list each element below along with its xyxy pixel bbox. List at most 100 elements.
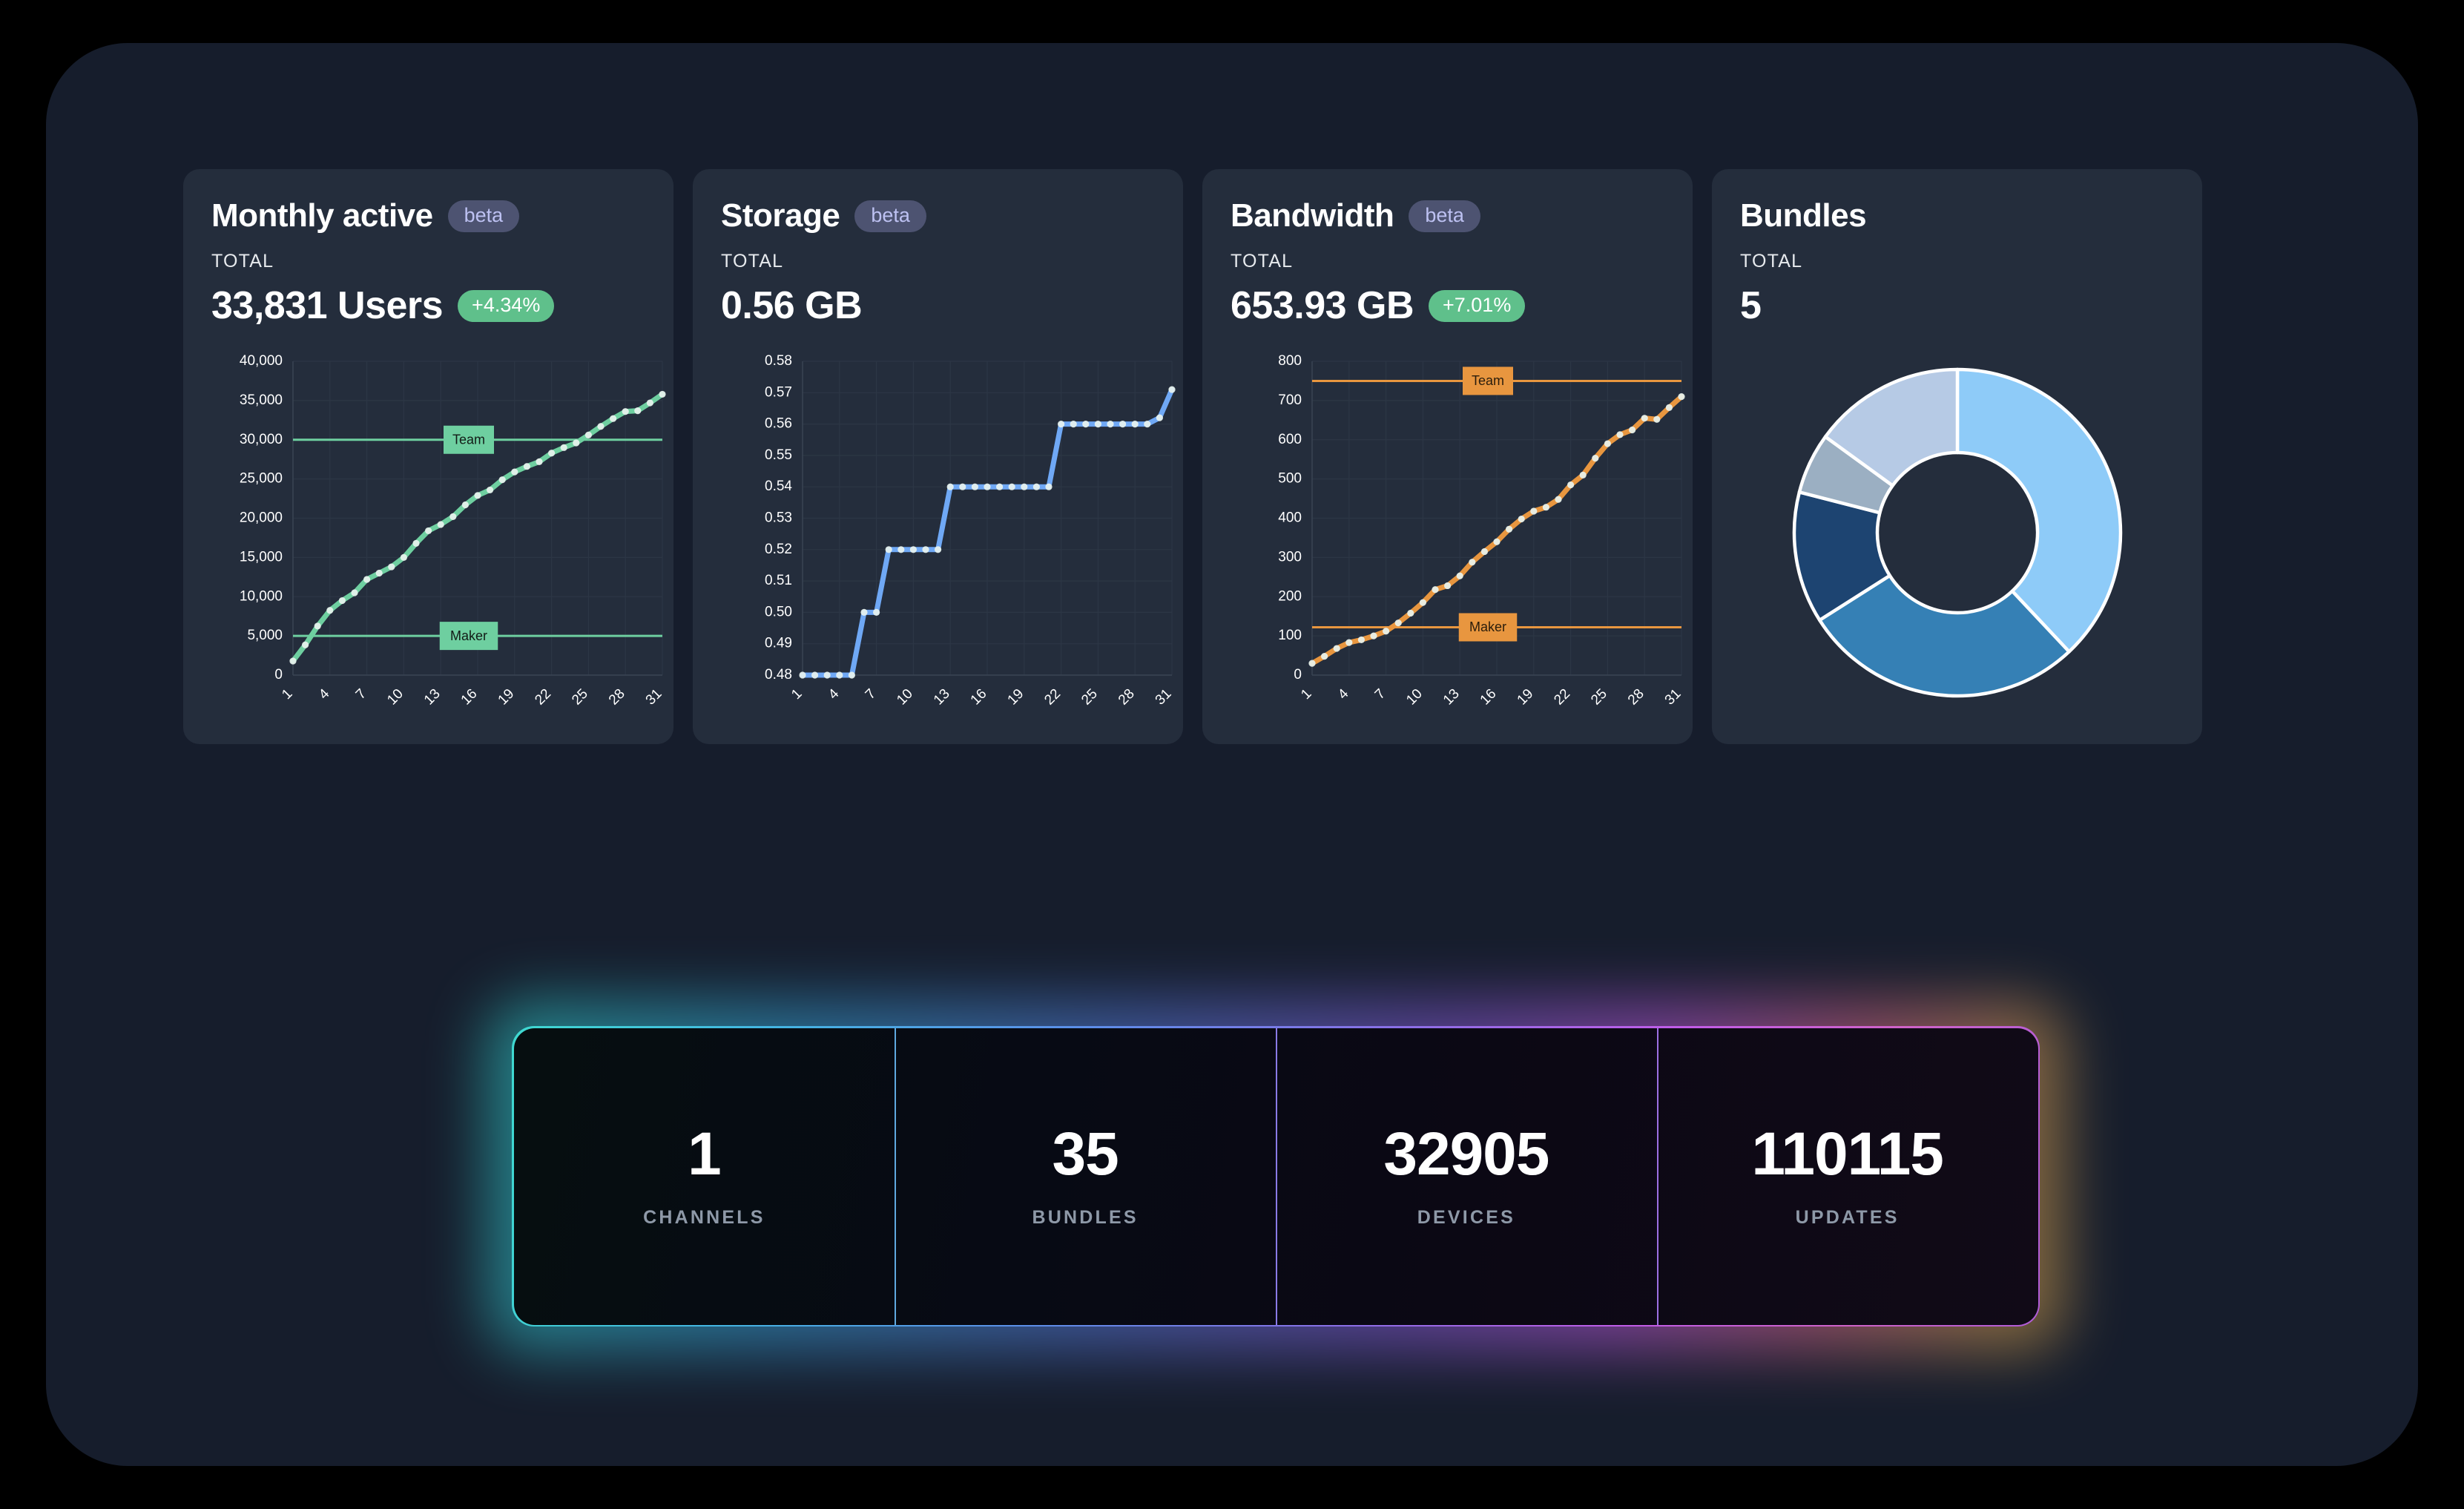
svg-text:16: 16 xyxy=(1478,686,1500,709)
total-label: TOTAL xyxy=(1740,251,1803,272)
svg-text:7: 7 xyxy=(863,686,879,703)
svg-text:0.55: 0.55 xyxy=(765,447,792,463)
metric-value: 33,831 Users xyxy=(211,284,444,327)
svg-text:0.53: 0.53 xyxy=(765,510,792,526)
status-badge: beta xyxy=(854,200,926,232)
page-title: Monthly active xyxy=(211,197,433,234)
svg-text:31: 31 xyxy=(1662,686,1684,709)
stat-label: DEVICES xyxy=(1417,1207,1515,1228)
value-row: 653.93 GB +7.01% xyxy=(1231,284,1678,327)
card-monthly-active[interactable]: Monthly active beta TOTAL 33,831 Users +… xyxy=(183,169,673,744)
chart-storage[interactable]: 0.48 0.49 0.50 0.51 0.52 0.53 0.54 0.55 0.56 0.57… xyxy=(700,351,1183,737)
svg-text:31: 31 xyxy=(1153,686,1175,709)
svg-text:10: 10 xyxy=(384,686,406,709)
stats-gradient-border: 1 CHANNELS 35 BUNDLES 32905 DEVICES 1101… xyxy=(512,1026,2040,1326)
value-row: 5 xyxy=(1740,284,2187,327)
svg-text:Maker: Maker xyxy=(450,628,487,643)
svg-text:300: 300 xyxy=(1278,549,1302,565)
svg-text:19: 19 xyxy=(1005,686,1027,709)
svg-text:28: 28 xyxy=(606,686,628,709)
card-header: Storage beta TOTAL 0.56 GB xyxy=(721,196,1168,327)
stat-value: 110115 xyxy=(1751,1120,1944,1188)
card-title-row: Bandwidth beta xyxy=(1231,196,1678,236)
svg-text:0.52: 0.52 xyxy=(765,542,792,557)
status-badge: beta xyxy=(447,200,520,232)
svg-text:19: 19 xyxy=(1515,686,1537,709)
app-shell: Monthly active beta TOTAL 33,831 Users +… xyxy=(46,43,2418,1466)
svg-text:4: 4 xyxy=(316,686,333,703)
stat-bundles[interactable]: 35 BUNDLES xyxy=(895,1028,1276,1325)
status-badge: beta xyxy=(1409,200,1480,232)
svg-text:22: 22 xyxy=(532,686,554,709)
svg-text:500: 500 xyxy=(1278,471,1302,487)
svg-text:5,000: 5,000 xyxy=(247,628,283,643)
svg-text:600: 600 xyxy=(1278,432,1302,447)
svg-text:20,000: 20,000 xyxy=(240,510,283,526)
line-chart-svg: 0 100 200 300 400 500 600 700 800 1 4 7 10 13 16 19 22 25… xyxy=(1278,353,1685,709)
chart-bandwidth[interactable]: 0 100 200 300 400 500 600 700 800 1 4 7 10 13 16 19 22 25… xyxy=(1210,351,1693,737)
value-row: 0.56 GB xyxy=(721,284,1168,327)
stat-label: UPDATES xyxy=(1795,1207,1900,1228)
card-bundles[interactable]: Bundles TOTAL 5 xyxy=(1712,169,2202,744)
svg-text:25: 25 xyxy=(1078,686,1101,709)
stat-devices[interactable]: 32905 DEVICES xyxy=(1276,1028,1657,1325)
stat-updates[interactable]: 110115 UPDATES xyxy=(1656,1028,2038,1325)
svg-text:31: 31 xyxy=(643,686,665,709)
card-title-row: Bundles xyxy=(1740,196,2187,236)
dashboard-root: Monthly active beta TOTAL 33,831 Users +… xyxy=(0,0,2464,1509)
svg-text:19: 19 xyxy=(495,686,518,709)
svg-text:13: 13 xyxy=(931,686,953,709)
card-bandwidth[interactable]: Bandwidth beta TOTAL 653.93 GB +7.01% 0 1… xyxy=(1202,169,1693,744)
svg-text:7: 7 xyxy=(1372,686,1389,703)
svg-text:35,000: 35,000 xyxy=(240,392,283,408)
svg-text:25: 25 xyxy=(1588,686,1610,709)
svg-text:15,000: 15,000 xyxy=(240,549,283,565)
svg-text:25,000: 25,000 xyxy=(240,471,283,487)
total-label: TOTAL xyxy=(1231,251,1294,272)
svg-text:0.56: 0.56 xyxy=(765,416,792,432)
svg-text:1: 1 xyxy=(279,686,295,703)
stat-channels[interactable]: 1 CHANNELS xyxy=(514,1028,895,1325)
svg-text:700: 700 xyxy=(1278,392,1302,408)
line-chart-svg: 0 5,000 10,000 15,000 20,000 25,000 30,000 35,0… xyxy=(240,353,666,709)
svg-text:Team: Team xyxy=(1472,373,1504,388)
svg-text:0: 0 xyxy=(1294,667,1302,683)
total-label: TOTAL xyxy=(721,251,784,272)
page-title: Bundles xyxy=(1740,197,1867,234)
svg-text:Maker: Maker xyxy=(1469,619,1506,634)
svg-text:0.57: 0.57 xyxy=(765,384,792,400)
card-title-row: Storage beta xyxy=(721,196,1168,236)
chart-monthly-active[interactable]: 0 5,000 10,000 15,000 20,000 25,000 30,000 35,0… xyxy=(191,351,673,737)
svg-text:1: 1 xyxy=(788,686,805,703)
chart-bundles-donut[interactable] xyxy=(1727,336,2187,729)
svg-text:22: 22 xyxy=(1551,686,1573,709)
svg-text:0.54: 0.54 xyxy=(765,479,792,494)
svg-text:13: 13 xyxy=(421,686,444,709)
summary-stats-bar: 1 CHANNELS 35 BUNDLES 32905 DEVICES 1101… xyxy=(487,1001,2065,1352)
svg-text:10,000: 10,000 xyxy=(240,588,283,604)
svg-text:10: 10 xyxy=(894,686,916,709)
total-label: TOTAL xyxy=(211,251,274,272)
svg-text:22: 22 xyxy=(1041,686,1064,709)
svg-text:0.49: 0.49 xyxy=(765,636,792,651)
svg-text:800: 800 xyxy=(1278,353,1302,369)
delta-badge: +7.01% xyxy=(1429,289,1526,322)
svg-text:16: 16 xyxy=(458,686,481,709)
metric-value: 5 xyxy=(1740,284,1762,327)
svg-text:30,000: 30,000 xyxy=(240,432,283,447)
svg-text:28: 28 xyxy=(1625,686,1647,709)
stat-label: BUNDLES xyxy=(1032,1207,1139,1228)
svg-text:Team: Team xyxy=(452,433,485,447)
svg-text:0.48: 0.48 xyxy=(765,667,792,683)
card-header: Bandwidth beta TOTAL 653.93 GB +7.01% xyxy=(1231,196,1678,327)
metric-value: 653.93 GB xyxy=(1231,284,1414,327)
page-title: Storage xyxy=(721,197,840,234)
svg-text:7: 7 xyxy=(353,686,369,703)
card-header: Monthly active beta TOTAL 33,831 Users +… xyxy=(211,196,659,327)
svg-text:0.51: 0.51 xyxy=(765,573,792,588)
svg-text:0.50: 0.50 xyxy=(765,604,792,619)
card-storage[interactable]: Storage beta TOTAL 0.56 GB 0.48 0.49 0.50 0… xyxy=(693,169,1183,744)
svg-text:0: 0 xyxy=(274,667,283,683)
stat-value: 35 xyxy=(1052,1120,1119,1188)
svg-text:16: 16 xyxy=(968,686,990,709)
